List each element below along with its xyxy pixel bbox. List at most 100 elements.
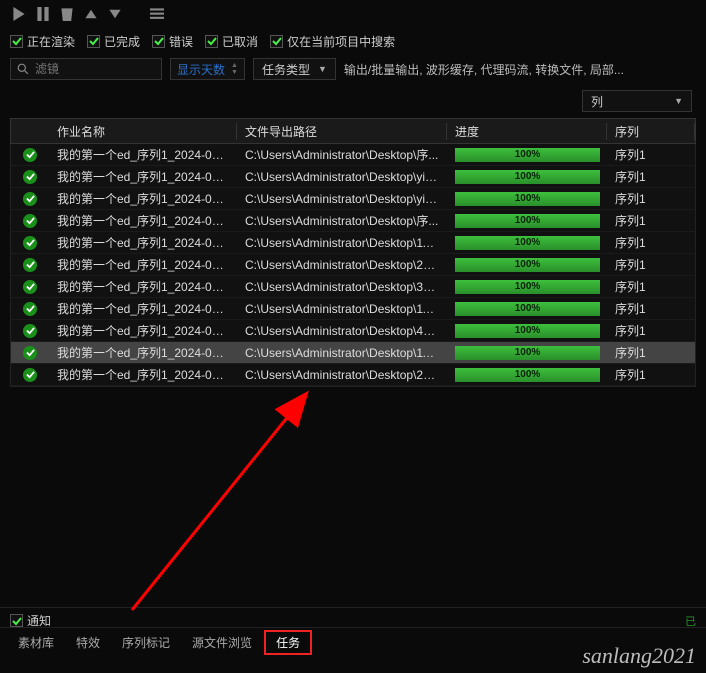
name-cell: 我的第一个ed_序列1_2024-01-1...	[49, 322, 237, 339]
col-sequence[interactable]: 序列	[607, 123, 695, 140]
table-row[interactable]: 我的第一个ed_序列1_2024-01-1... C:\Users\Admini…	[11, 364, 695, 386]
sequence-cell: 序列1	[607, 322, 695, 339]
filter-rendering[interactable]: 正在渲染	[10, 33, 75, 50]
task-type-dropdown[interactable]: 任务类型 ▼	[253, 58, 336, 80]
checkbox-icon	[87, 35, 100, 48]
days-label: 显示天数	[177, 61, 225, 78]
trash-icon[interactable]	[58, 5, 76, 23]
column-select-row: 列 ▼	[0, 84, 706, 118]
success-icon	[23, 192, 37, 206]
col-name[interactable]: 作业名称	[49, 123, 237, 140]
path-cell: C:\Users\Administrator\Desktop\111...	[237, 236, 447, 250]
play-icon[interactable]	[10, 5, 28, 23]
caret-down-icon[interactable]	[106, 5, 124, 23]
status-cell	[11, 258, 49, 272]
filter-completed[interactable]: 已完成	[87, 33, 140, 50]
filter-cancelled[interactable]: 已取消	[205, 33, 258, 50]
sequence-cell: 序列1	[607, 278, 695, 295]
sequence-cell: 序列1	[607, 212, 695, 229]
progress-bar: 100%	[455, 324, 600, 338]
table-row[interactable]: 我的第一个ed_序列1_2024-01-1... C:\Users\Admini…	[11, 320, 695, 342]
path-cell: C:\Users\Administrator\Desktop\333...	[237, 280, 447, 294]
table-row[interactable]: 我的第一个ed_序列1_2024-01-1... C:\Users\Admini…	[11, 210, 695, 232]
table-row[interactable]: 我的第一个ed_序列1_2024-01-1... C:\Users\Admini…	[11, 276, 695, 298]
filter-current-project[interactable]: 仅在当前项目中搜索	[270, 33, 395, 50]
tab-2[interactable]: 序列标记	[112, 630, 180, 655]
checkbox-icon	[152, 35, 165, 48]
progress-bar: 100%	[455, 214, 600, 228]
progress-cell: 100%	[447, 280, 607, 294]
table-row[interactable]: 我的第一个ed_序列1_2024-01-1... C:\Users\Admini…	[11, 298, 695, 320]
spinner-icon[interactable]: ▲▼	[231, 62, 238, 76]
path-cell: C:\Users\Administrator\Desktop\222...	[237, 368, 447, 382]
name-cell: 我的第一个ed_序列1_2024-01-1...	[49, 146, 237, 163]
toolbar	[0, 0, 706, 28]
jobs-table: 作业名称 文件导出路径 进度 序列 我的第一个ed_序列1_2024-01-1.…	[0, 118, 706, 387]
status-cell	[11, 280, 49, 294]
table-row[interactable]: 我的第一个ed_序列1_2024-01-1... C:\Users\Admini…	[11, 342, 695, 364]
success-icon	[23, 368, 37, 382]
pause-icon[interactable]	[34, 5, 52, 23]
filter-row: 正在渲染 已完成 错误 已取消 仅在当前项目中搜索	[0, 28, 706, 54]
progress-cell: 100%	[447, 148, 607, 162]
filter-error[interactable]: 错误	[152, 33, 193, 50]
progress-cell: 100%	[447, 324, 607, 338]
path-cell: C:\Users\Administrator\Desktop\111...	[237, 346, 447, 360]
col-progress[interactable]: 进度	[447, 123, 607, 140]
path-cell: C:\Users\Administrator\Desktop\yinp...	[237, 170, 447, 184]
filter-label: 仅在当前项目中搜索	[287, 33, 395, 50]
caret-up-icon[interactable]	[82, 5, 100, 23]
progress-bar: 100%	[455, 148, 600, 162]
task-type-summary: 输出/批量输出, 波形缓存, 代理码流, 转换文件, 局部...	[344, 61, 696, 78]
days-input[interactable]: 显示天数 ▲▼	[170, 58, 245, 80]
checkbox-icon	[10, 614, 23, 627]
table-row[interactable]: 我的第一个ed_序列1_2024-01-1... C:\Users\Admini…	[11, 188, 695, 210]
name-cell: 我的第一个ed_序列1_2024-01-1...	[49, 190, 237, 207]
table-row[interactable]: 我的第一个ed_序列1_2024-01-1... C:\Users\Admini…	[11, 254, 695, 276]
success-icon	[23, 258, 37, 272]
path-cell: C:\Users\Administrator\Desktop\序...	[237, 212, 447, 229]
search-icon	[17, 63, 29, 75]
bottom-tabs: 素材库特效序列标记源文件浏览任务	[0, 627, 706, 657]
table-row[interactable]: 我的第一个ed_序列1_2024-01-1... C:\Users\Admini…	[11, 166, 695, 188]
sequence-cell: 序列1	[607, 168, 695, 185]
progress-bar: 100%	[455, 236, 600, 250]
name-cell: 我的第一个ed_序列1_2024-01-1...	[49, 366, 237, 383]
tab-0[interactable]: 素材库	[8, 630, 64, 655]
table-row[interactable]: 我的第一个ed_序列1_2024-01-1... C:\Users\Admini…	[11, 232, 695, 254]
status-cell	[11, 148, 49, 162]
tab-4[interactable]: 任务	[264, 630, 312, 655]
status-cell	[11, 346, 49, 360]
column-dropdown[interactable]: 列 ▼	[582, 90, 692, 112]
table-row[interactable]: 我的第一个ed_序列1_2024-01-1... C:\Users\Admini…	[11, 144, 695, 166]
search-input[interactable]	[35, 62, 155, 76]
dropdown-label: 列	[591, 93, 603, 110]
filter-label: 错误	[169, 33, 193, 50]
sequence-cell: 序列1	[607, 366, 695, 383]
dropdown-label: 任务类型	[262, 61, 310, 78]
success-icon	[23, 346, 37, 360]
status-cell	[11, 170, 49, 184]
filter-label: 已完成	[104, 33, 140, 50]
status-cell	[11, 192, 49, 206]
name-cell: 我的第一个ed_序列1_2024-01-1...	[49, 234, 237, 251]
name-cell: 我的第一个ed_序列1_2024-01-1...	[49, 168, 237, 185]
tab-1[interactable]: 特效	[66, 630, 110, 655]
list-icon[interactable]	[148, 5, 166, 23]
progress-bar: 100%	[455, 192, 600, 206]
tab-3[interactable]: 源文件浏览	[182, 630, 262, 655]
status-cell	[11, 324, 49, 338]
search-row: 显示天数 ▲▼ 任务类型 ▼ 输出/批量输出, 波形缓存, 代理码流, 转换文件…	[0, 54, 706, 84]
progress-cell: 100%	[447, 368, 607, 382]
success-icon	[23, 302, 37, 316]
sequence-cell: 序列1	[607, 344, 695, 361]
status-cell	[11, 214, 49, 228]
search-box[interactable]	[10, 58, 162, 80]
sequence-cell: 序列1	[607, 190, 695, 207]
status-cell	[11, 368, 49, 382]
path-cell: C:\Users\Administrator\Desktop\111...	[237, 302, 447, 316]
path-cell: C:\Users\Administrator\Desktop\yinp...	[237, 192, 447, 206]
progress-bar: 100%	[455, 258, 600, 272]
progress-bar: 100%	[455, 302, 600, 316]
col-path[interactable]: 文件导出路径	[237, 123, 447, 140]
